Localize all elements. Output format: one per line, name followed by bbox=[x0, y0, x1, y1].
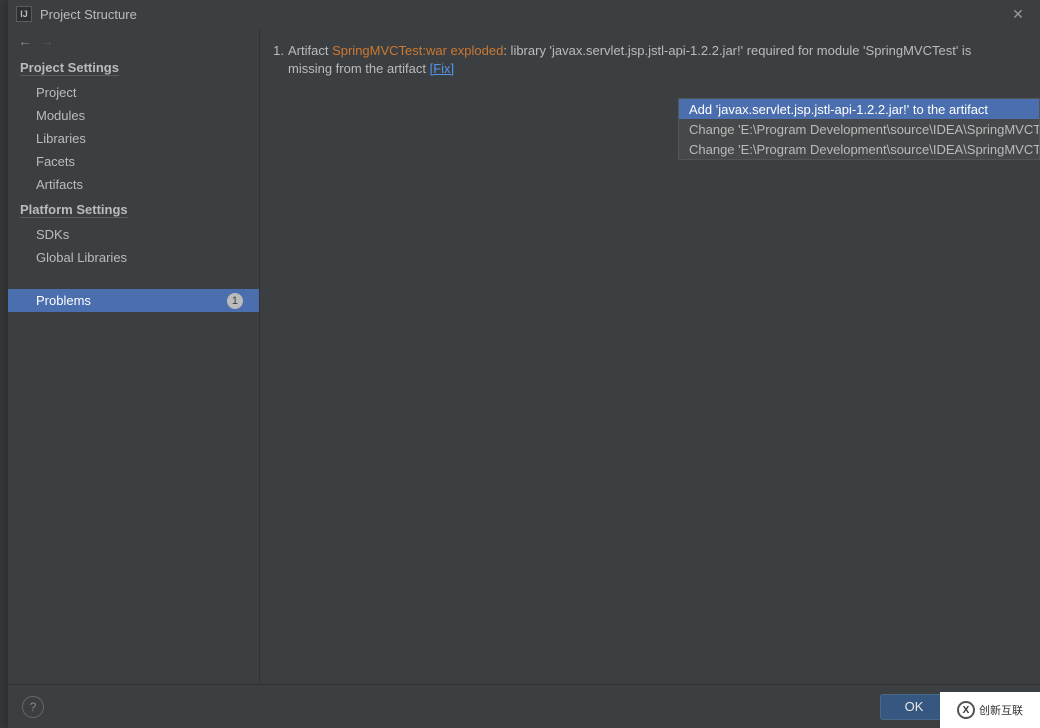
fix-menu-item-change-1[interactable]: Change 'E:\Program Development\source\ID… bbox=[679, 119, 1039, 139]
problem-number: 1. bbox=[268, 42, 284, 60]
section-project-settings: Project Settings bbox=[8, 54, 259, 81]
help-button[interactable]: ? bbox=[22, 696, 44, 718]
button-bar: ? OK Cancel bbox=[8, 684, 1040, 728]
close-icon[interactable]: ✕ bbox=[1004, 0, 1032, 28]
app-icon: IJ bbox=[16, 6, 32, 22]
project-structure-dialog: IJ Project Structure ✕ ← → Project Setti… bbox=[8, 0, 1040, 728]
problem-body-2: missing from the artifact bbox=[288, 61, 430, 76]
sidebar-item-sdks[interactable]: SDKs bbox=[8, 223, 259, 246]
problems-count-badge: 1 bbox=[227, 293, 243, 309]
window-title: Project Structure bbox=[40, 7, 1004, 22]
fix-menu-item-add[interactable]: Add 'javax.servlet.jsp.jstl-api-1.2.2.ja… bbox=[679, 99, 1039, 119]
sidebar-item-libraries[interactable]: Libraries bbox=[8, 127, 259, 150]
back-icon[interactable]: ← bbox=[18, 33, 32, 49]
watermark-logo-icon: X bbox=[957, 701, 975, 719]
sidebar-item-project[interactable]: Project bbox=[8, 81, 259, 104]
ok-button[interactable]: OK bbox=[880, 694, 948, 720]
problem-body-1: : library 'javax.servlet.jsp.jstl-api-1.… bbox=[503, 43, 971, 58]
titlebar: IJ Project Structure ✕ bbox=[8, 0, 1040, 28]
watermark-text: 创新互联 bbox=[979, 702, 1023, 718]
content-pane: 1. Artifact SpringMVCTest:war exploded: … bbox=[260, 28, 1040, 684]
sidebar-item-artifacts[interactable]: Artifacts bbox=[8, 173, 259, 196]
sidebar-item-global-libraries[interactable]: Global Libraries bbox=[8, 246, 259, 269]
forward-icon: → bbox=[40, 33, 54, 49]
fix-menu-item-change-2[interactable]: Change 'E:\Program Development\source\ID… bbox=[679, 139, 1039, 159]
problems-label: Problems bbox=[36, 293, 91, 308]
section-platform-settings: Platform Settings bbox=[8, 196, 259, 223]
problem-prefix: Artifact bbox=[288, 43, 332, 58]
problem-text: Artifact SpringMVCTest:war exploded: lib… bbox=[288, 42, 1032, 60]
sidebar: ← → Project Settings Project Modules Lib… bbox=[8, 28, 260, 684]
sidebar-item-modules[interactable]: Modules bbox=[8, 104, 259, 127]
fix-context-menu[interactable]: Add 'javax.servlet.jsp.jstl-api-1.2.2.ja… bbox=[678, 98, 1040, 160]
sidebar-item-problems[interactable]: Problems 1 bbox=[8, 289, 259, 312]
fix-link[interactable]: [Fix] bbox=[430, 61, 455, 76]
watermark: X 创新互联 bbox=[940, 692, 1040, 728]
sidebar-item-facets[interactable]: Facets bbox=[8, 150, 259, 173]
artifact-link[interactable]: SpringMVCTest:war exploded bbox=[332, 43, 503, 58]
